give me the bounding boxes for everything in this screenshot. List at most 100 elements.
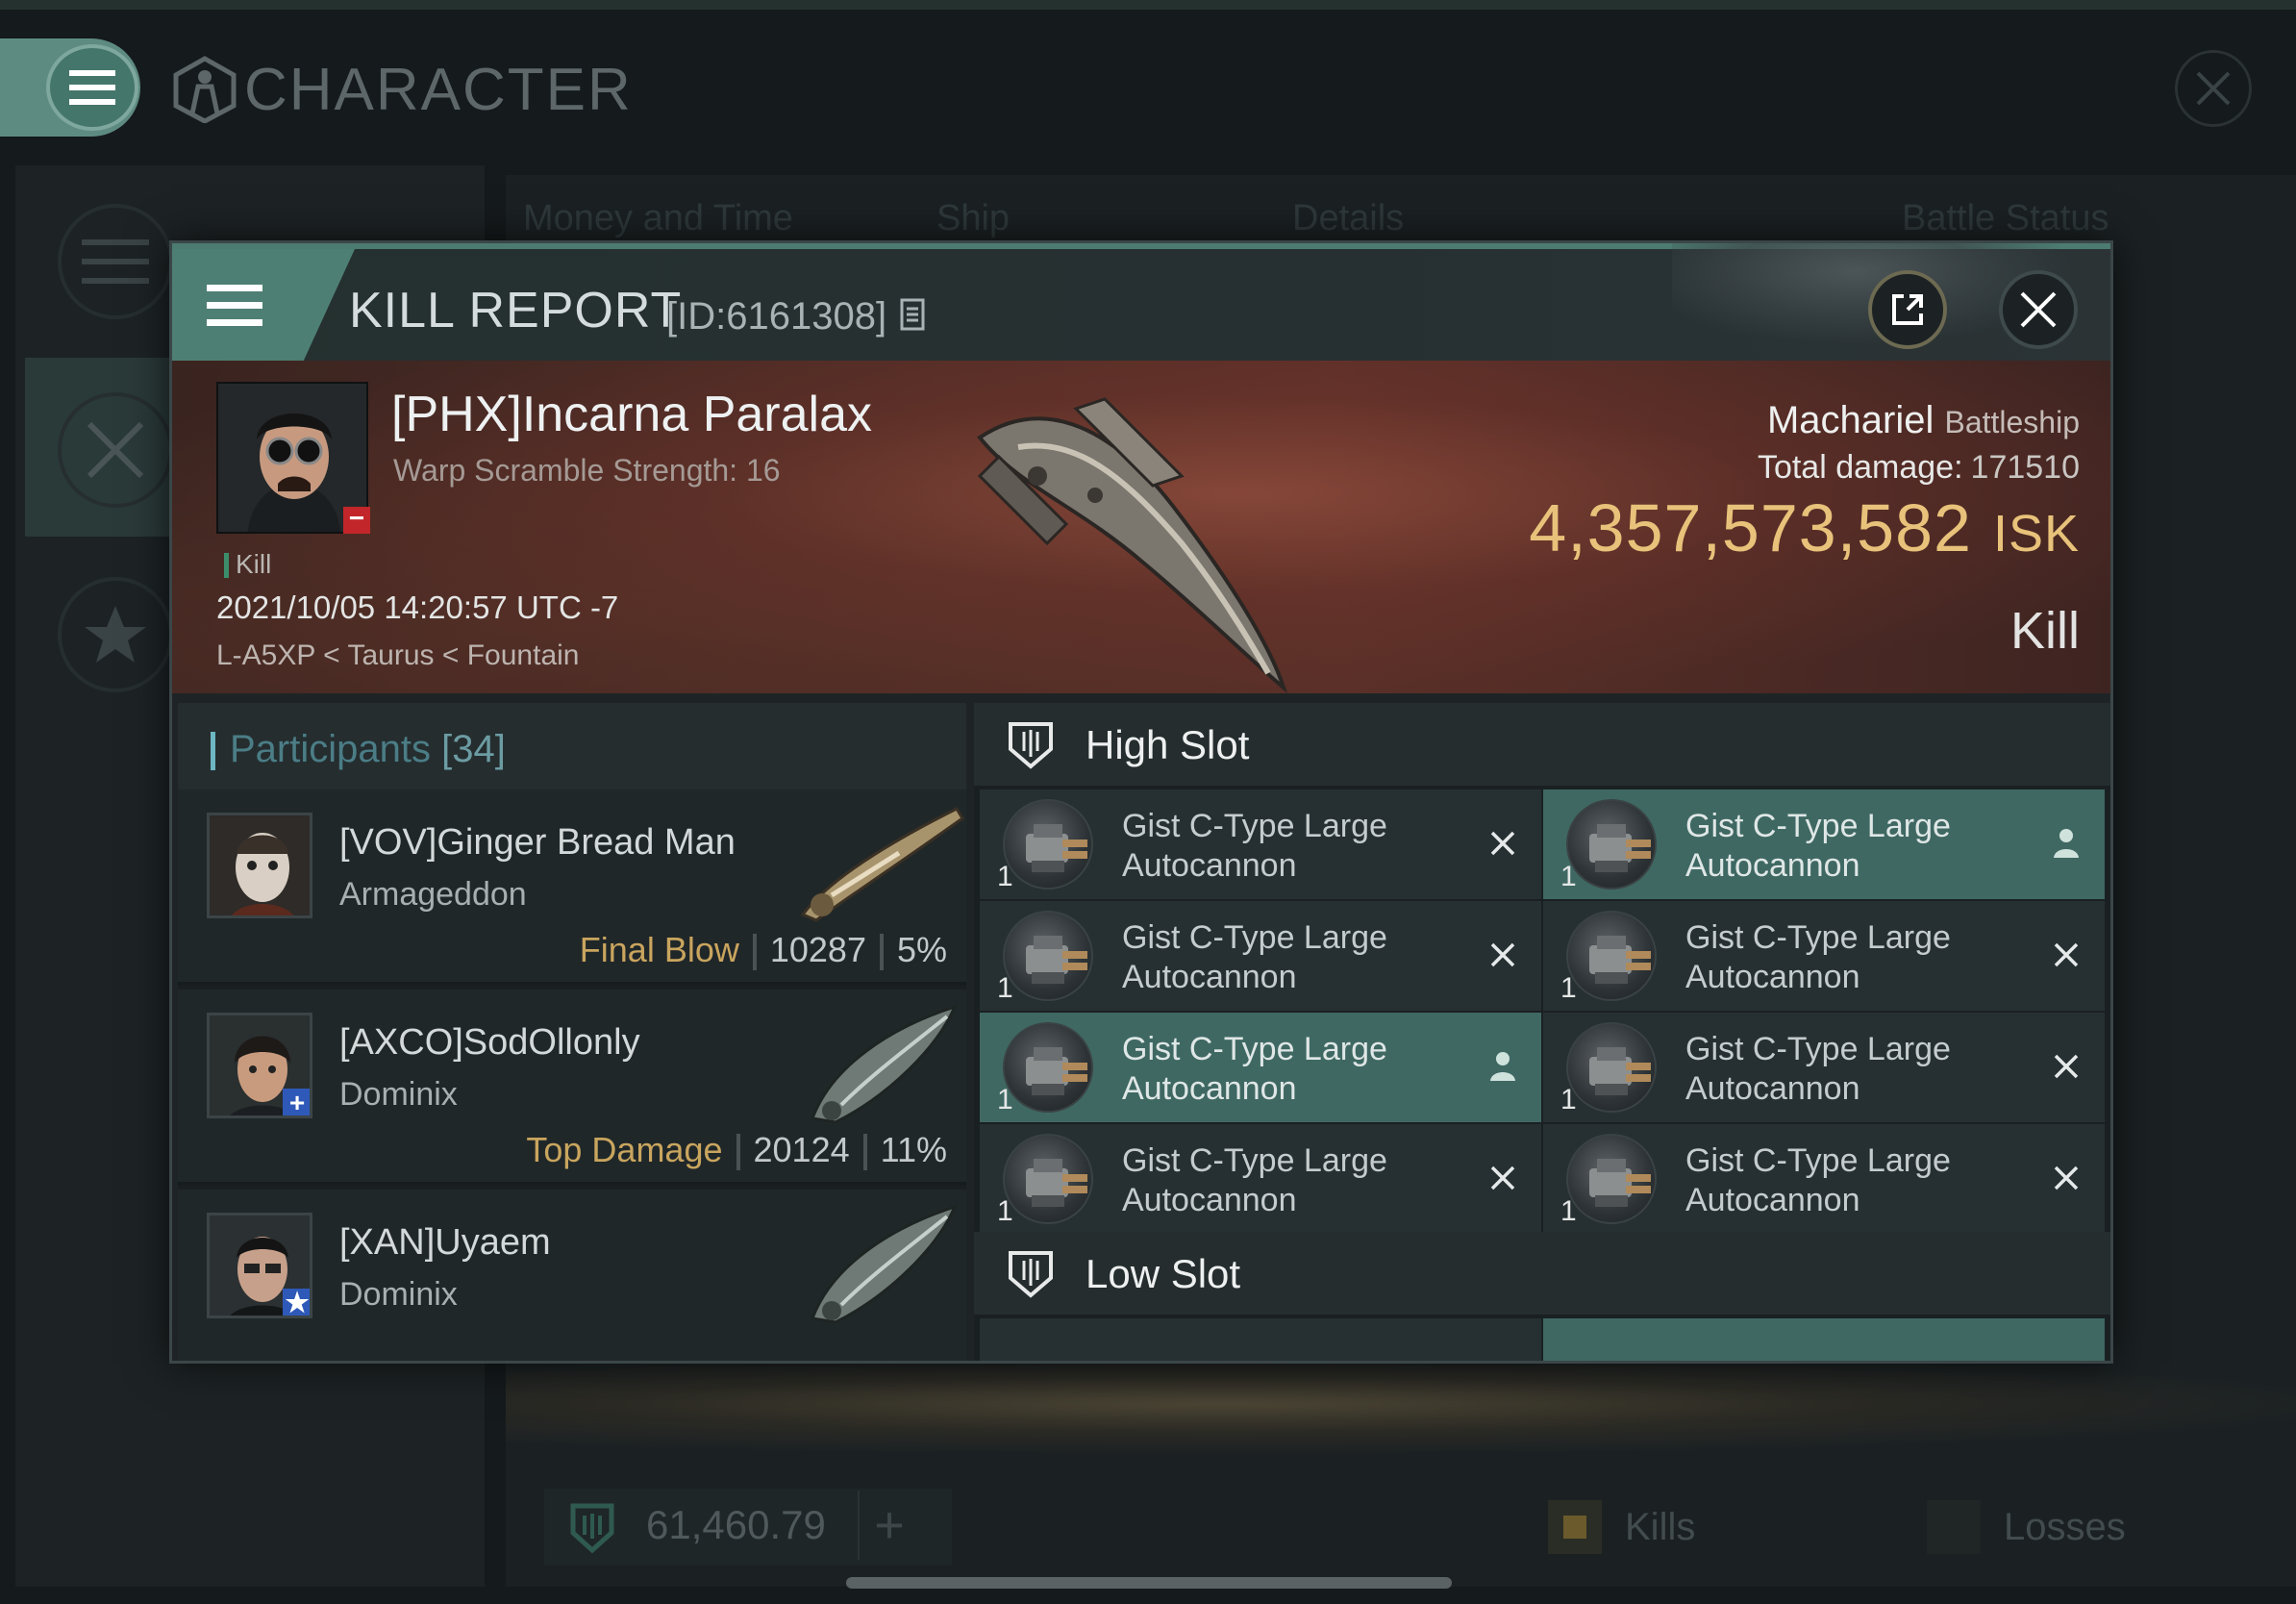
autocannon-icon — [1566, 911, 1657, 1001]
participants-panel: Participants [34] [VOV]Ginger Bread Man … — [178, 703, 966, 1361]
autocannon-icon — [1003, 799, 1093, 890]
background-scene — [506, 1356, 2296, 1452]
fitting-panel: High Slot 1 Gist C-Type Large Autocannon 1… — [974, 703, 2110, 1361]
kills-filter-checkbox[interactable] — [1548, 1500, 1602, 1554]
high-slot-item[interactable]: 1 Gist C-Type Large Autocannon — [1543, 1013, 2105, 1122]
autocannon-icon — [1003, 1022, 1093, 1113]
low-slot-item-partial[interactable] — [1543, 1318, 2105, 1361]
share-button[interactable] — [1868, 270, 1947, 349]
copy-icon[interactable] — [899, 297, 926, 332]
high-slot-header[interactable]: High Slot — [974, 703, 2110, 786]
high-slot-item[interactable]: 1 Gist C-Type Large Autocannon — [980, 789, 1541, 899]
swords-icon — [87, 421, 144, 479]
kill-report-close-button[interactable] — [1999, 270, 2078, 349]
losses-filter-checkbox[interactable] — [1927, 1500, 1981, 1554]
high-slot-item[interactable]: 1 Gist C-Type Large Autocannon — [980, 901, 1541, 1011]
slot-quantity: 1 — [1560, 1084, 1577, 1115]
isk-unit: ISK — [1992, 505, 2080, 563]
low-slot-item-partial[interactable] — [980, 1318, 1541, 1361]
participant-ship: Dominix — [339, 1076, 458, 1113]
participant-row[interactable]: [VOV]Ginger Bread Man Armageddon Final B… — [178, 789, 966, 986]
kill-report-header: KILL REPORT [ID:6161308] — [172, 243, 2110, 361]
low-slot-title: Low Slot — [1086, 1251, 1241, 1296]
sidebar-list-button[interactable] — [58, 204, 173, 319]
kill-type-tag: Kill — [236, 549, 272, 579]
participant-damage: 20124 — [753, 1130, 850, 1169]
participants-count: [34] — [441, 728, 506, 770]
sidebar-battle-button[interactable] — [58, 392, 173, 508]
pilot-icon — [2054, 829, 2079, 858]
kill-location[interactable]: L-A5XP < Taurus < Fountain — [216, 639, 579, 672]
participants-title: Participants [34] — [230, 728, 506, 771]
tab-battle-status[interactable]: Battle Status — [1902, 198, 2109, 239]
victim-name[interactable]: [PHX]Incarna Paralax — [391, 386, 872, 443]
dropped-status — [1482, 1045, 1524, 1088]
destroyed-status — [1482, 1157, 1524, 1199]
high-slot-item[interactable]: 1 Gist C-Type Large Autocannon — [1543, 1124, 2105, 1234]
slot-item-name: Gist C-Type Large Autocannon — [1122, 808, 1387, 884]
wallet-balance: 61,460.79 — [646, 1502, 826, 1547]
participants-header[interactable]: Participants [34] — [178, 703, 966, 789]
kill-report-id: [ID:6161308] — [666, 295, 887, 338]
kills-filter-mark — [1563, 1516, 1586, 1539]
main-menu-button[interactable] — [46, 44, 138, 131]
participant-ship: Armageddon — [339, 876, 527, 913]
participant-percent: 5% — [896, 930, 947, 969]
participant-percent: 11% — [880, 1130, 947, 1169]
victim-ship-image — [977, 397, 1288, 693]
tab-money-and-time[interactable]: Money and Time — [523, 198, 793, 239]
kills-filter-label: Kills — [1625, 1506, 1696, 1548]
list-icon — [82, 239, 149, 284]
participant-avatar — [210, 815, 310, 915]
high-slot-item[interactable]: 1 Gist C-Type Large Autocannon — [980, 1124, 1541, 1234]
shield-slot-icon — [1009, 1251, 1053, 1298]
slot-quantity: 1 — [997, 1084, 1013, 1115]
x-icon — [1490, 1165, 1515, 1190]
high-slot-item[interactable]: 1 Gist C-Type Large Autocannon — [1543, 901, 2105, 1011]
kill-report-title: KILL REPORT — [349, 283, 683, 338]
share-icon — [1892, 294, 1923, 325]
stat-divider — [862, 1134, 867, 1171]
autocannon-icon — [1003, 1134, 1093, 1224]
stat-divider — [752, 934, 757, 971]
destroyed-status — [1482, 934, 1524, 976]
kill-result: Kill — [2009, 602, 2080, 660]
victim-ship[interactable]: Machariel Battleship — [1743, 399, 2080, 442]
high-slot-item[interactable]: 1 Gist C-Type Large Autocannon — [1543, 789, 2105, 899]
tab-details[interactable]: Details — [1292, 198, 1404, 239]
menu-icon — [207, 285, 262, 326]
x-icon — [2054, 1054, 2079, 1079]
tab-ship[interactable]: Ship — [936, 198, 1010, 239]
add-funds-button[interactable]: + — [858, 1491, 919, 1560]
stat-divider — [736, 1134, 740, 1171]
slot-quantity: 1 — [997, 861, 1013, 892]
participant-row[interactable]: ★ [XAN]Uyaem Dominix — [178, 1190, 966, 1361]
slot-quantity: 1 — [997, 972, 1013, 1004]
participant-damage: 10287 — [769, 930, 866, 969]
participant-ship-image — [800, 807, 964, 922]
participant-row[interactable]: + [AXCO]SodOllonly Dominix Top Damage 201… — [178, 990, 966, 1186]
total-damage-label: Total damage: — [1757, 449, 1963, 486]
destroyed-status — [2045, 934, 2087, 976]
low-slot-header[interactable]: Low Slot — [974, 1232, 2110, 1315]
ship-name: Machariel — [1766, 399, 1934, 441]
isk-amount: 4,357,573,582 — [1529, 490, 1972, 565]
top-edge-bar — [0, 0, 2296, 10]
stat-divider — [879, 934, 884, 971]
participants-label: Participants — [230, 728, 431, 770]
shield-slot-icon — [1009, 722, 1053, 769]
slot-item-name: Gist C-Type Large Autocannon — [1685, 808, 1951, 884]
autocannon-icon — [1566, 1022, 1657, 1113]
plus-icon: + — [874, 1496, 905, 1554]
kill-report-menu-button[interactable] — [172, 249, 355, 361]
sidebar-medals-button[interactable] — [58, 577, 173, 692]
participant-portrait: ★ — [207, 1213, 312, 1318]
participant-standing-badge: ★ — [283, 1289, 310, 1316]
top-damage-label: Top Damage — [526, 1130, 723, 1169]
screen-close-button[interactable] — [2175, 50, 2252, 127]
high-slot-item[interactable]: 1 Gist C-Type Large Autocannon — [980, 1013, 1541, 1122]
autocannon-icon — [1003, 911, 1093, 1001]
losses-filter-label: Losses — [2004, 1506, 2126, 1548]
victim-warp-scramble: Warp Scramble Strength: 16 — [393, 453, 781, 488]
autocannon-icon — [1566, 799, 1657, 890]
